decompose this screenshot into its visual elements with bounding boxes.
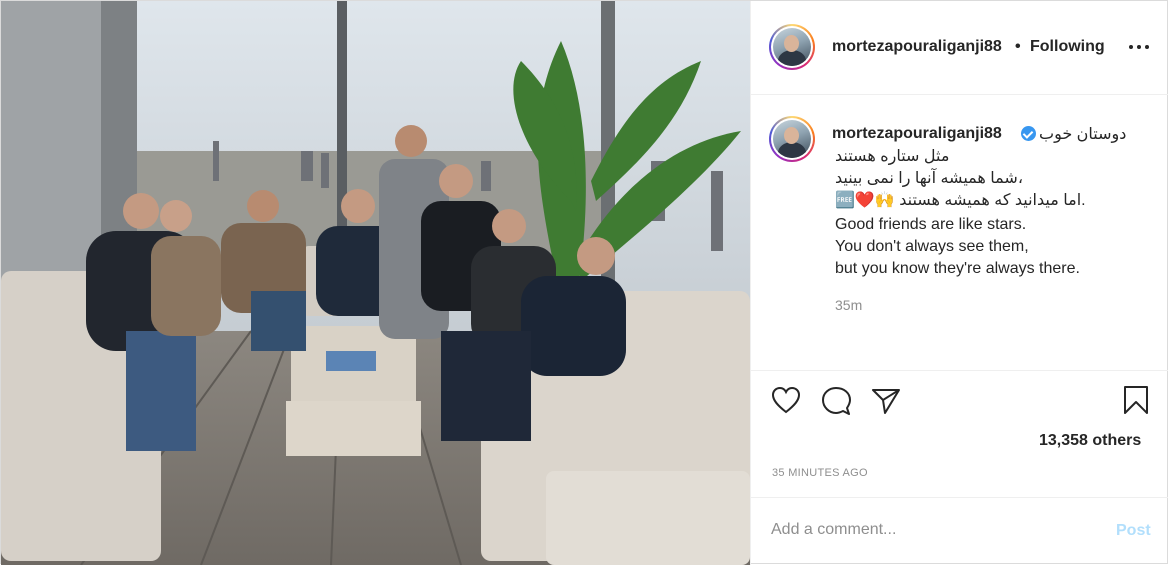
verified-badge-icon (1021, 126, 1036, 141)
comment-input[interactable] (771, 521, 1091, 539)
divider (751, 497, 1168, 498)
share-icon[interactable] (871, 387, 901, 415)
likes-count[interactable]: 13,358 others (1039, 432, 1141, 450)
avatar[interactable] (769, 24, 815, 70)
bookmark-icon[interactable] (1123, 385, 1149, 415)
caption-username[interactable]: mortezapouraliganji88 (832, 125, 1002, 143)
header-username[interactable]: mortezapouraliganji88 (832, 38, 1002, 56)
caption-line: دوستان خوب (1039, 126, 1127, 143)
caption-line: Good friends are like stars. (835, 216, 1027, 233)
post-side-panel: mortezapouraliganji88 • Following mortez… (750, 1, 1168, 565)
ellipsis-icon[interactable] (1129, 39, 1151, 55)
caption-line: You don't always see them, (835, 238, 1029, 255)
header-separator: • (1015, 38, 1021, 55)
caption-line: مثل ستاره هستند (835, 148, 950, 165)
post-comment-button[interactable]: Post (1116, 522, 1151, 540)
post-header: mortezapouraliganji88 • Following (751, 1, 1168, 95)
post-timestamp[interactable]: 35 MINUTES AGO (772, 467, 868, 479)
heart-icon[interactable] (771, 386, 801, 414)
divider (751, 370, 1168, 371)
instagram-post: mortezapouraliganji88 • Following mortez… (0, 0, 1168, 565)
caption-line: .اما میدانید که همیشه هستند 🙌❤️🆓 (835, 192, 1086, 209)
post-photo[interactable] (1, 1, 750, 565)
caption-line: ،شما همیشه آنها را نمی بینید (835, 170, 1023, 187)
caption-avatar[interactable] (769, 116, 815, 162)
caption-line: but you know they're always there. (835, 260, 1080, 277)
comment-icon[interactable] (821, 386, 851, 416)
caption-time[interactable]: 35m (835, 297, 862, 313)
following-button[interactable]: Following (1030, 38, 1105, 56)
